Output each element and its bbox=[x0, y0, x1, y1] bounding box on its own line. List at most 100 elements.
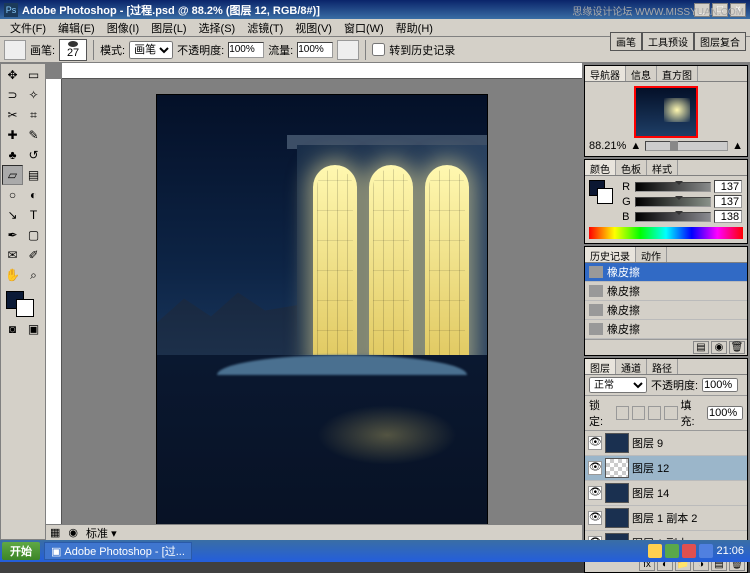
tool-hand[interactable]: ✋ bbox=[2, 265, 23, 285]
tool-slice[interactable]: ⌗ bbox=[23, 105, 44, 125]
blend-mode-select[interactable]: 正常 bbox=[589, 377, 647, 393]
navigator-thumb[interactable] bbox=[634, 86, 698, 138]
visibility-icon[interactable]: 👁 bbox=[588, 436, 602, 450]
tab-actions[interactable]: 动作 bbox=[636, 247, 667, 262]
tool-dodge[interactable]: ◐ bbox=[23, 185, 44, 205]
menu-layer[interactable]: 图层(L) bbox=[145, 20, 192, 36]
tab-layer-comps[interactable]: 图层复合 bbox=[694, 32, 746, 51]
tool-history-brush[interactable]: ↺ bbox=[23, 145, 44, 165]
screenmode-icon[interactable]: ▣ bbox=[23, 319, 44, 339]
tab-tool-presets[interactable]: 工具预设 bbox=[642, 32, 694, 51]
visibility-icon[interactable]: 👁 bbox=[588, 461, 602, 475]
history-snapshot-icon[interactable]: ◉ bbox=[711, 341, 727, 354]
tool-shape[interactable]: ▢ bbox=[23, 225, 44, 245]
menu-image[interactable]: 图像(I) bbox=[101, 20, 145, 36]
airbrush-icon[interactable] bbox=[337, 40, 359, 60]
opacity-input[interactable] bbox=[228, 42, 264, 58]
tool-pen[interactable]: ✒ bbox=[2, 225, 23, 245]
menu-view[interactable]: 视图(V) bbox=[289, 20, 338, 36]
tool-eraser[interactable]: ▱ bbox=[2, 165, 23, 185]
tray-icon[interactable] bbox=[648, 544, 662, 558]
r-slider[interactable] bbox=[635, 182, 711, 192]
tray-icon[interactable] bbox=[665, 544, 679, 558]
brush-preview[interactable]: 27 bbox=[59, 39, 87, 61]
tool-crop[interactable]: ✂ bbox=[2, 105, 23, 125]
lock-trans-icon[interactable] bbox=[616, 406, 629, 420]
tab-navigator[interactable]: 导航器 bbox=[585, 66, 626, 81]
layer-row[interactable]: 👁图层 9 bbox=[585, 431, 747, 456]
zoom-slider[interactable] bbox=[645, 141, 728, 151]
tool-notes[interactable]: ✉ bbox=[2, 245, 23, 265]
tab-histogram[interactable]: 直方图 bbox=[657, 66, 698, 81]
history-checkbox[interactable] bbox=[372, 43, 385, 56]
ruler-vertical[interactable] bbox=[46, 79, 62, 540]
g-value[interactable]: 137 bbox=[714, 195, 742, 208]
flow-input[interactable] bbox=[297, 42, 333, 58]
tool-lasso[interactable]: ⊃ bbox=[2, 85, 23, 105]
current-tool-icon[interactable] bbox=[4, 40, 26, 60]
tray-icon[interactable] bbox=[699, 544, 713, 558]
tool-heal[interactable]: ✚ bbox=[2, 125, 23, 145]
tab-swatches[interactable]: 色板 bbox=[616, 160, 647, 175]
history-item[interactable]: 橡皮擦 bbox=[585, 263, 747, 282]
quickmask-icon[interactable]: ◙ bbox=[2, 319, 23, 339]
tab-color[interactable]: 颜色 bbox=[585, 160, 616, 175]
tool-type[interactable]: T bbox=[23, 205, 44, 225]
lock-pixel-icon[interactable] bbox=[632, 406, 645, 420]
menu-filter[interactable]: 滤镜(T) bbox=[241, 20, 289, 36]
tab-info[interactable]: 信息 bbox=[626, 66, 657, 81]
lock-all-icon[interactable] bbox=[664, 406, 677, 420]
visibility-icon[interactable]: 👁 bbox=[588, 486, 602, 500]
history-new-icon[interactable]: ▤ bbox=[693, 341, 709, 354]
tab-layers[interactable]: 图层 bbox=[585, 359, 616, 374]
layer-row[interactable]: 👁图层 1 副本 2 bbox=[585, 506, 747, 531]
ruler-horizontal[interactable] bbox=[62, 63, 582, 79]
tab-brushes[interactable]: 画笔 bbox=[610, 32, 642, 51]
r-value[interactable]: 137 bbox=[714, 180, 742, 193]
tab-channels[interactable]: 通道 bbox=[616, 359, 647, 374]
history-item[interactable]: 橡皮擦 bbox=[585, 320, 747, 339]
menu-help[interactable]: 帮助(H) bbox=[390, 20, 439, 36]
g-slider[interactable] bbox=[635, 197, 711, 207]
status-zoom[interactable]: 标准 ▾ bbox=[86, 525, 117, 541]
lock-pos-icon[interactable] bbox=[648, 406, 661, 420]
menu-edit[interactable]: 编辑(E) bbox=[52, 20, 101, 36]
visibility-icon[interactable]: 👁 bbox=[588, 511, 602, 525]
zoom-out-icon[interactable]: ▲ bbox=[630, 140, 641, 152]
tool-gradient[interactable]: ▤ bbox=[23, 165, 44, 185]
history-item[interactable]: 橡皮擦 bbox=[585, 301, 747, 320]
tool-stamp[interactable]: ♣ bbox=[2, 145, 23, 165]
tab-styles[interactable]: 样式 bbox=[647, 160, 678, 175]
start-button[interactable]: 开始 bbox=[2, 542, 40, 560]
tool-path[interactable]: ↘ bbox=[2, 205, 23, 225]
tool-marquee[interactable]: ▭ bbox=[23, 65, 44, 85]
workspace: ✥ ▭ ⊃ ✧ ✂ ⌗ ✚ ✎ ♣ ↺ ▱ ▤ ○ ◐ ↘ T ✒ ▢ ✉ ✐ … bbox=[0, 63, 750, 540]
b-slider[interactable] bbox=[635, 212, 711, 222]
tab-paths[interactable]: 路径 bbox=[647, 359, 678, 374]
layer-row[interactable]: 👁图层 14 bbox=[585, 481, 747, 506]
menu-file[interactable]: 文件(F) bbox=[4, 20, 52, 36]
tool-blur[interactable]: ○ bbox=[2, 185, 23, 205]
tool-brush[interactable]: ✎ bbox=[23, 125, 44, 145]
color-swatches[interactable] bbox=[2, 289, 44, 319]
history-delete-icon[interactable]: 🗑 bbox=[729, 341, 745, 354]
color-swatch-pair[interactable] bbox=[589, 180, 615, 206]
menu-select[interactable]: 选择(S) bbox=[193, 20, 242, 36]
tool-move[interactable]: ✥ bbox=[2, 65, 23, 85]
taskbar-item[interactable]: ▣Adobe Photoshop - [过... bbox=[44, 542, 192, 560]
tool-zoom[interactable]: ⌕ bbox=[23, 265, 44, 285]
layer-fill-input[interactable] bbox=[707, 406, 743, 420]
menu-window[interactable]: 窗口(W) bbox=[338, 20, 390, 36]
spectrum-bar[interactable] bbox=[589, 227, 743, 239]
tab-history[interactable]: 历史记录 bbox=[585, 247, 636, 262]
zoom-in-icon[interactable]: ▲ bbox=[732, 140, 743, 152]
layer-opacity-input[interactable] bbox=[702, 378, 738, 392]
tool-eyedrop[interactable]: ✐ bbox=[23, 245, 44, 265]
layer-row[interactable]: 👁图层 12 bbox=[585, 456, 747, 481]
mode-select[interactable]: 画笔 bbox=[129, 41, 173, 59]
tool-wand[interactable]: ✧ bbox=[23, 85, 44, 105]
tray-icon[interactable] bbox=[682, 544, 696, 558]
history-item[interactable]: 橡皮擦 bbox=[585, 282, 747, 301]
b-value[interactable]: 138 bbox=[714, 210, 742, 223]
canvas[interactable] bbox=[157, 95, 487, 525]
